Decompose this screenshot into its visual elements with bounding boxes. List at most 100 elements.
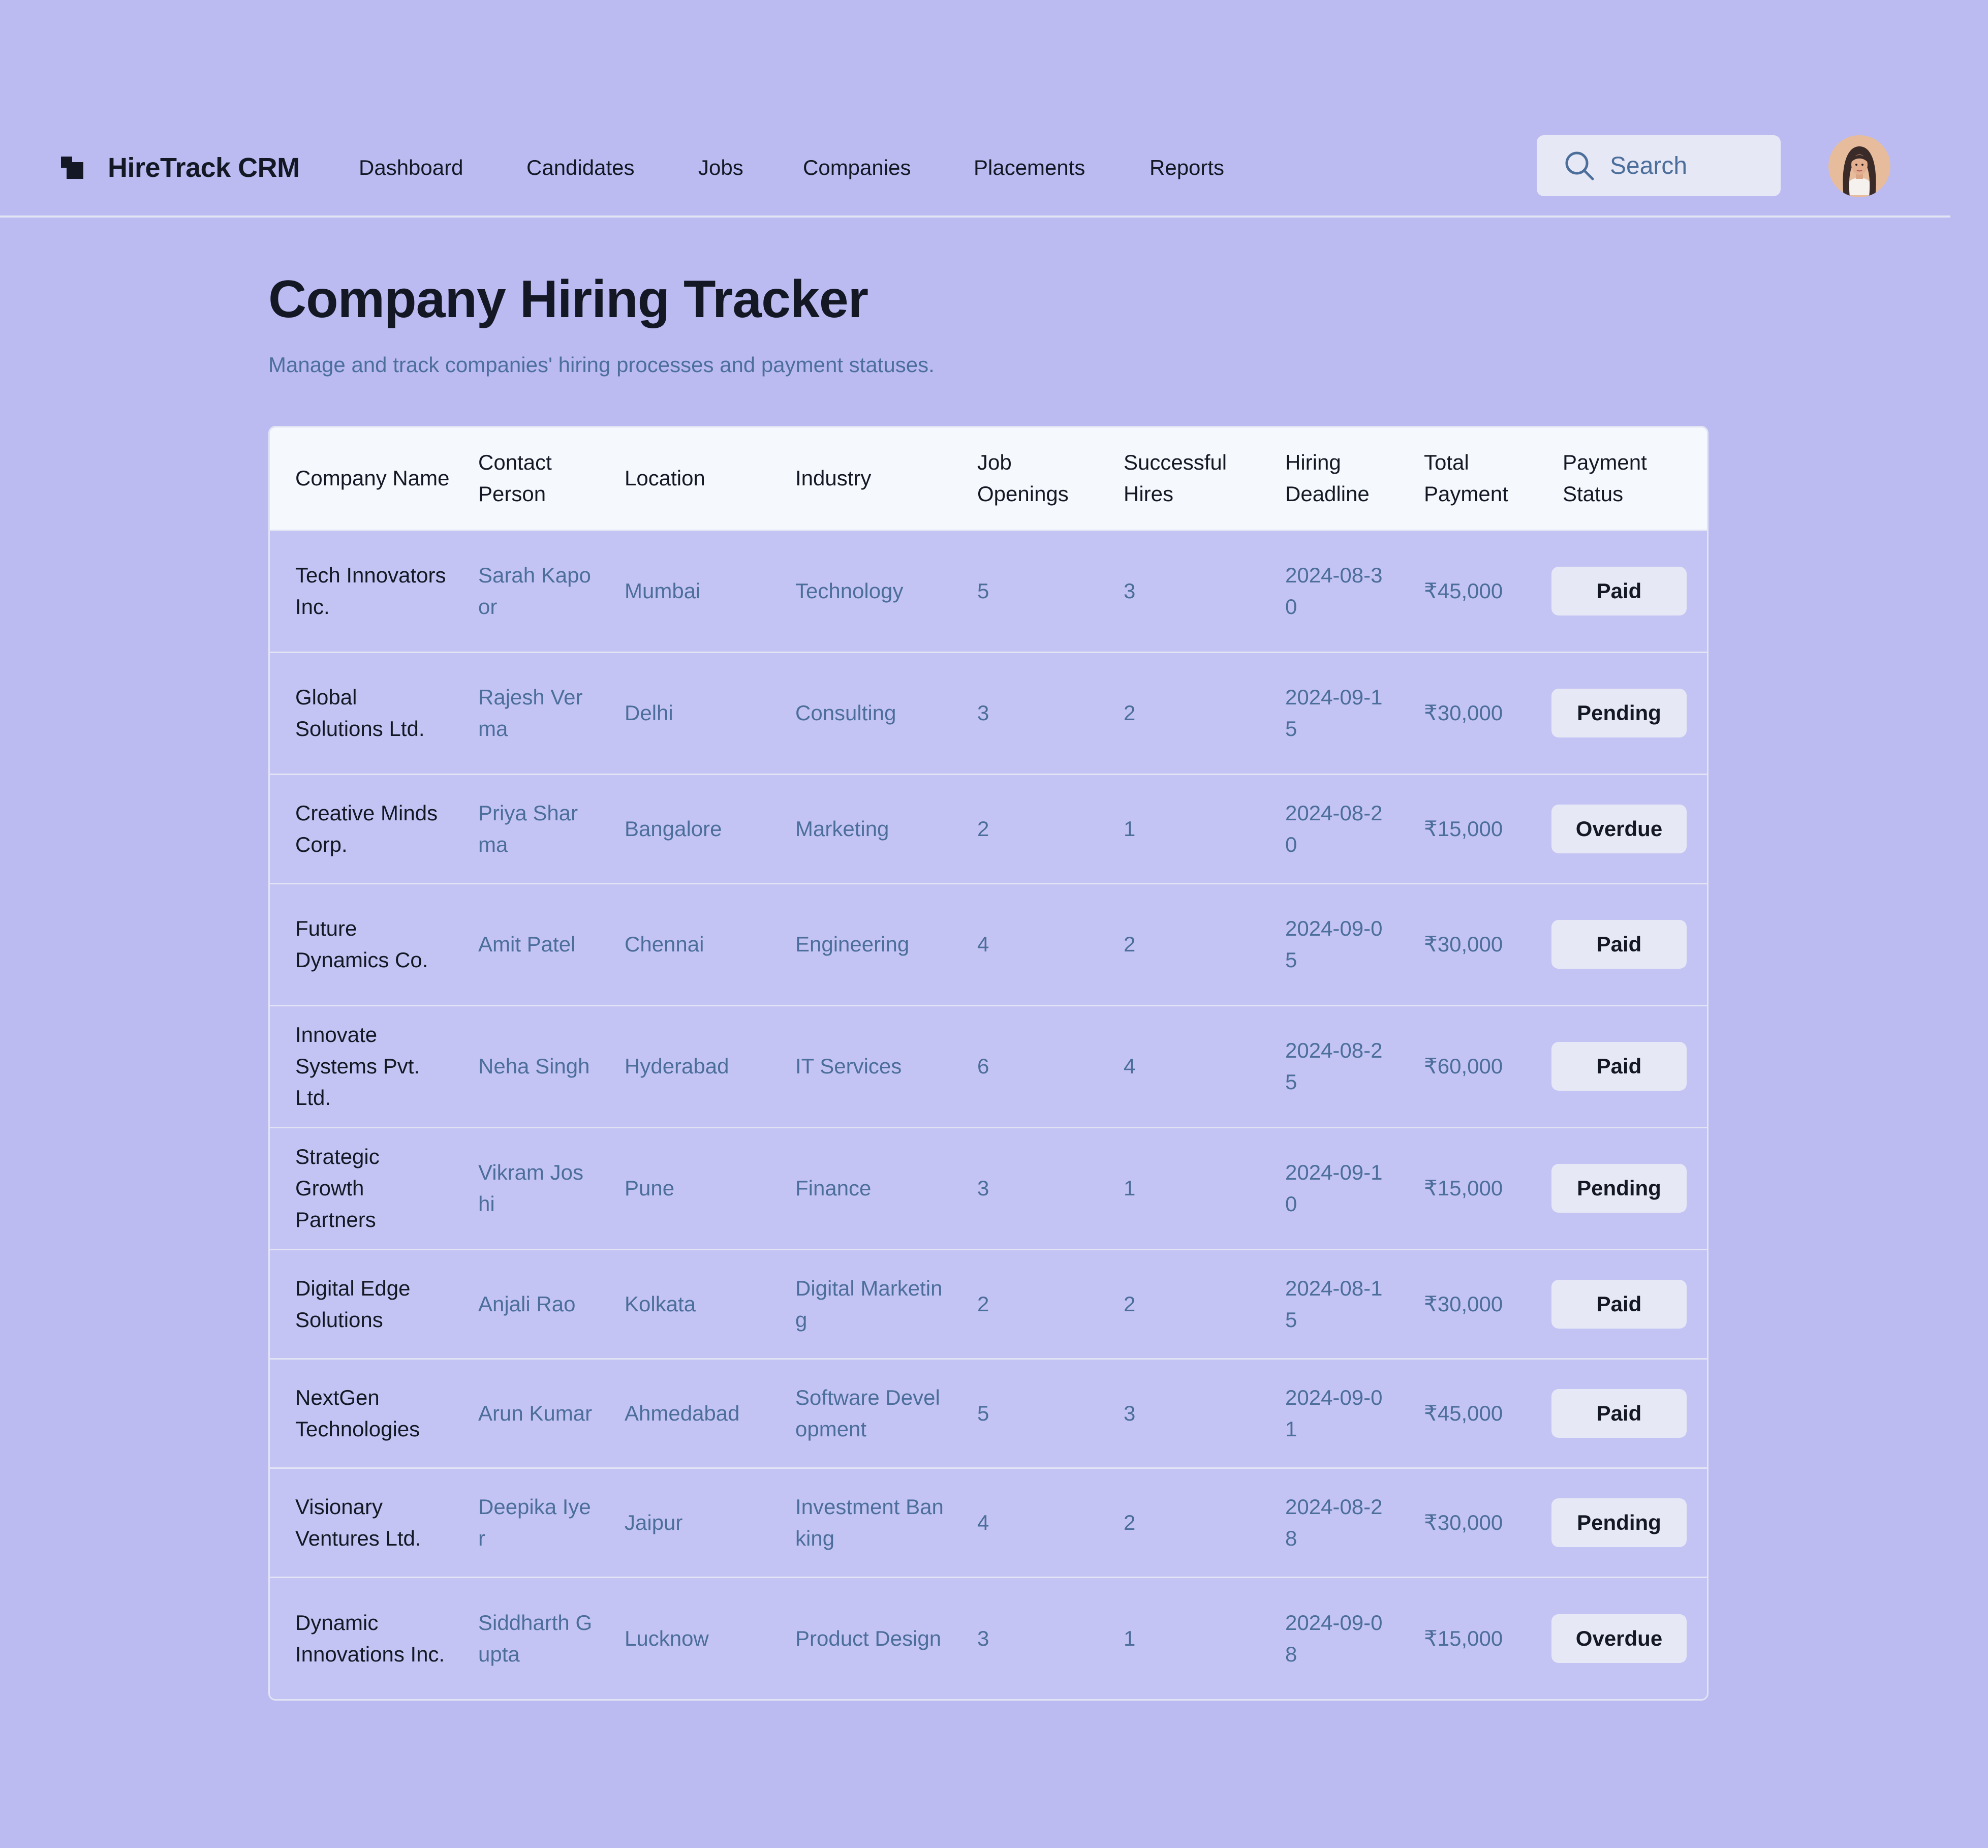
payment-status-badge[interactable]: Overdue [1551,804,1687,853]
cell-hiring-deadline: 2024-08-20 [1285,800,1383,856]
payment-status-badge[interactable]: Pending [1551,689,1687,737]
cell-location: Hyderabad [625,1054,729,1078]
cell-contact-person: Amit Patel [478,932,576,956]
cell-total-payment: ₹15,000 [1424,1176,1503,1200]
cell-payment-status: Paid [1537,530,1707,652]
cell-total-payment: ₹45,000 [1424,1401,1503,1425]
payment-status-badge[interactable]: Paid [1551,1042,1687,1091]
cell-contact-person: Rajesh Verma [478,685,583,741]
cell-company-name: Dynamic Innovations Inc. [295,1610,445,1666]
cell-total-payment: ₹30,000 [1424,701,1503,725]
nav-item-reports[interactable]: Reports [1150,147,1224,188]
payment-status-badge[interactable]: Paid [1551,567,1687,615]
cell-location: Ahmedabad [625,1401,740,1425]
payment-status-badge[interactable]: Pending [1551,1164,1687,1213]
cell-location: Bangalore [625,816,722,841]
cell-location: Mumbai [625,579,701,603]
cell-company-name: NextGen Technologies [295,1385,420,1441]
payment-status-badge[interactable]: Overdue [1551,1614,1687,1663]
cell-company-name: Visionary Ventures Ltd. [295,1494,421,1550]
user-avatar[interactable] [1828,135,1890,197]
cell-hiring-deadline: 2024-09-15 [1285,685,1383,741]
cell-location: Lucknow [625,1626,709,1650]
column-header-contact-person[interactable]: Contact Person [453,427,599,531]
cell-contact-person: Neha Singh [478,1054,590,1078]
cell-total-payment: ₹15,000 [1424,1626,1503,1650]
payment-status-badge[interactable]: Paid [1551,920,1687,969]
table-row[interactable]: Innovate Systems Pvt. Ltd. Neha Singh Hy… [270,1005,1707,1127]
payment-status-badge[interactable]: Paid [1551,1279,1687,1329]
column-header-successful-hires[interactable]: Successful Hires [1098,427,1260,531]
cell-industry: Marketing [795,816,889,841]
cell-payment-status: Pending [1537,1127,1707,1249]
cell-hiring-deadline: 2024-08-28 [1285,1494,1383,1550]
cell-hiring-deadline: 2024-09-05 [1285,916,1383,972]
cell-total-payment: ₹30,000 [1424,1510,1503,1534]
column-header-location[interactable]: Location [599,427,770,531]
nav-item-companies[interactable]: Companies [803,147,911,188]
column-header-total-payment[interactable]: Total Payment [1399,427,1537,531]
cell-industry: Finance [795,1176,872,1200]
cell-industry: IT Services [795,1054,902,1078]
table-row[interactable]: Strategic Growth Partners Vikram Joshi P… [270,1127,1707,1249]
table-row[interactable]: NextGen Technologies Arun Kumar Ahmedaba… [270,1359,1707,1468]
cell-industry: Investment Banking [795,1494,944,1550]
page-title: Company Hiring Tracker [268,270,868,329]
cell-contact-person: Sarah Kapoor [478,563,591,619]
company-table-card: Company Name Contact Person Location Ind… [268,426,1709,1701]
table-row[interactable]: Global Solutions Ltd. Rajesh Verma Delhi… [270,652,1707,774]
brand[interactable]: HireTrack CRM [61,147,300,188]
cell-total-payment: ₹15,000 [1424,816,1503,841]
table-row[interactable]: Digital Edge Solutions Anjali Rao Kolkat… [270,1249,1707,1359]
cell-job-openings: 2 [977,816,989,841]
cell-payment-status: Paid [1537,1005,1707,1127]
cell-industry: Consulting [795,701,896,725]
cell-payment-status: Paid [1537,1359,1707,1468]
column-header-job-openings[interactable]: Job Openings [952,427,1098,531]
cell-contact-person: Vikram Joshi [478,1160,583,1216]
column-header-industry[interactable]: Industry [770,427,952,531]
cell-successful-hires: 4 [1124,1054,1136,1078]
cell-payment-status: Overdue [1537,1577,1707,1699]
table-row[interactable]: Tech Innovators Inc. Sarah Kapoor Mumbai… [270,530,1707,652]
column-header-payment-status[interactable]: Payment Status [1537,427,1707,531]
cell-total-payment: ₹30,000 [1424,1291,1503,1316]
cell-location: Pune [625,1176,675,1200]
nav-item-candidates[interactable]: Candidates [526,147,634,188]
cell-contact-person: Arun Kumar [478,1401,593,1425]
search-input[interactable] [1610,151,1773,180]
cell-total-payment: ₹60,000 [1424,1054,1503,1078]
cell-hiring-deadline: 2024-09-10 [1285,1160,1383,1216]
cell-job-openings: 5 [977,579,989,603]
cell-industry: Digital Marketing [795,1276,943,1332]
table-row[interactable]: Future Dynamics Co. Amit Patel Chennai E… [270,883,1707,1005]
cell-company-name: Global Solutions Ltd. [295,685,425,741]
cell-company-name: Strategic Growth Partners [295,1145,380,1231]
cell-location: Kolkata [625,1291,696,1316]
column-header-hiring-deadline[interactable]: Hiring Deadline [1260,427,1399,531]
cell-location: Chennai [625,932,704,956]
table-row[interactable]: Visionary Ventures Ltd. Deepika Iyer Jai… [270,1468,1707,1577]
search-box[interactable] [1537,135,1781,196]
cell-total-payment: ₹30,000 [1424,932,1503,956]
nav-item-dashboard[interactable]: Dashboard [359,147,463,188]
table-row[interactable]: Dynamic Innovations Inc. Siddharth Gupta… [270,1577,1707,1699]
payment-status-badge[interactable]: Paid [1551,1389,1687,1438]
payment-status-badge[interactable]: Pending [1551,1498,1687,1547]
cell-contact-person: Anjali Rao [478,1291,576,1316]
nav-item-placements[interactable]: Placements [974,147,1085,188]
cell-hiring-deadline: 2024-09-01 [1285,1385,1383,1441]
cell-job-openings: 3 [977,1176,989,1200]
cell-job-openings: 4 [977,932,989,956]
nav-item-jobs[interactable]: Jobs [698,147,743,188]
cell-hiring-deadline: 2024-09-08 [1285,1610,1383,1666]
cell-location: Delhi [625,701,673,725]
cell-payment-status: Pending [1537,652,1707,774]
cell-industry: Engineering [795,932,910,956]
table-row[interactable]: Creative Minds Corp. Priya Sharma Bangal… [270,774,1707,883]
table-header-row: Company Name Contact Person Location Ind… [270,427,1707,531]
page-subtitle: Manage and track companies' hiring proce… [268,353,935,377]
column-header-company-name[interactable]: Company Name [270,427,453,531]
page: HireTrack CRM Dashboard Candidates Jobs … [0,0,1988,1848]
user-avatar-image [1828,135,1890,197]
